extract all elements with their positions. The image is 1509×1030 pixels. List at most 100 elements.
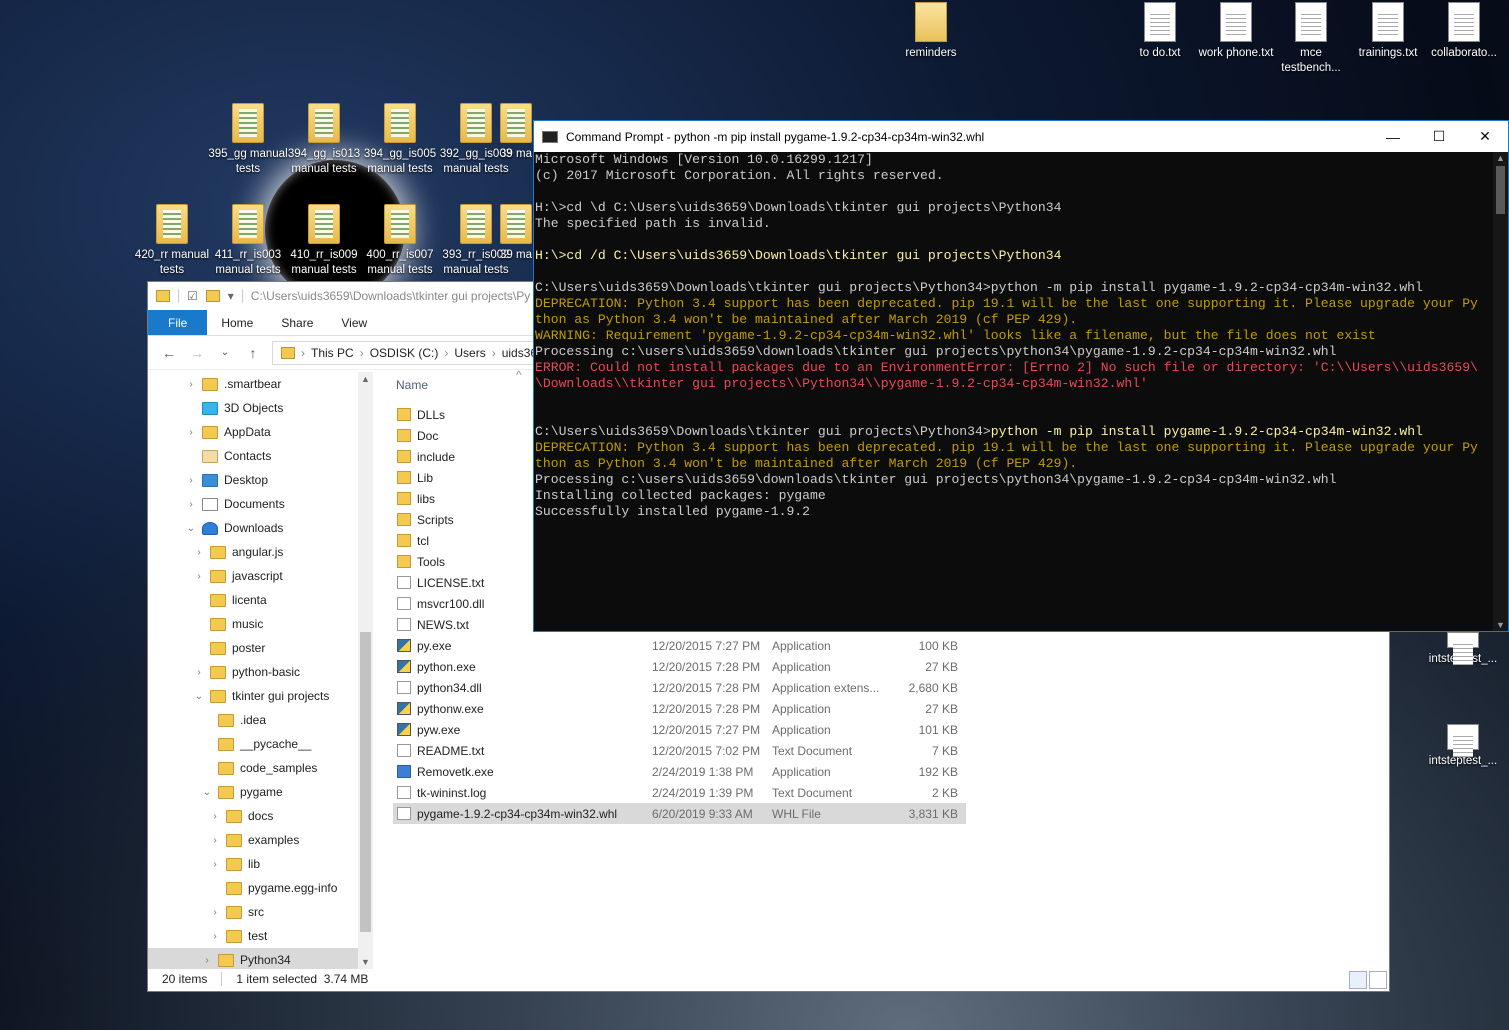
chevron-right-icon[interactable]: › <box>186 379 196 390</box>
desktop-icon-folder[interactable]: 420_rr manual tests <box>132 204 212 278</box>
nav-item[interactable]: Contacts <box>148 444 358 468</box>
tab-file[interactable]: File <box>148 310 208 335</box>
cmd-titlebar[interactable]: Command Prompt - python -m pip install p… <box>534 121 1508 152</box>
chevron-right-icon[interactable]: › <box>210 811 220 822</box>
scrollbar-thumb[interactable] <box>1496 166 1505 214</box>
scroll-up-icon[interactable]: ▲ <box>358 374 373 384</box>
nav-item[interactable]: › .smartbear <box>148 372 358 396</box>
nav-item[interactable]: 3D Objects <box>148 396 358 420</box>
desktop-icon-folder[interactable]: 395_gg manual tests <box>208 103 288 177</box>
nav-item[interactable]: ⌄ tkinter gui projects <box>148 684 358 708</box>
scroll-down-icon[interactable]: ▼ <box>358 957 373 967</box>
maximize-icon[interactable]: ☐ <box>1416 121 1462 152</box>
nav-item[interactable]: licenta <box>148 588 358 612</box>
desktop-icon-mce-testbench[interactable]: mce testbench... <box>1271 2 1351 76</box>
nav-item[interactable]: › Documents <box>148 492 358 516</box>
desktop-icon-collaborato[interactable]: collaborato... <box>1424 2 1504 61</box>
desktop-icon-work-phone[interactable]: work phone.txt <box>1196 2 1276 61</box>
nav-item[interactable]: › lib <box>148 852 358 876</box>
new-folder-icon[interactable] <box>205 290 220 302</box>
nav-item[interactable]: music <box>148 612 358 636</box>
minimize-icon[interactable]: — <box>1370 121 1416 152</box>
chevron-right-icon[interactable]: › <box>194 547 204 558</box>
nav-item[interactable]: › test <box>148 924 358 948</box>
nav-item[interactable]: › docs <box>148 804 358 828</box>
desktop-icon-todo[interactable]: to do.txt <box>1120 2 1200 61</box>
desktop-icon-folder[interactable]: 400_rr_is007 manual tests <box>360 204 440 278</box>
chevron-right-icon[interactable]: › <box>186 499 196 510</box>
desktop-icon-folder[interactable]: 411_rr_is003 manual tests <box>208 204 288 278</box>
chevron-down-icon[interactable]: ⌄ <box>186 523 196 534</box>
nav-item[interactable]: › AppData <box>148 420 358 444</box>
tab-home[interactable]: Home <box>207 310 267 335</box>
nav-item[interactable]: pygame.egg-info <box>148 876 358 900</box>
breadcrumb[interactable]: › This PC › OSDISK (C:) › Users › uids36… <box>272 340 562 365</box>
recent-locations-icon[interactable]: ⌄ <box>216 347 234 358</box>
console-scrollbar[interactable]: ▲ ▼ <box>1493 152 1508 631</box>
nav-item[interactable]: › Python34 <box>148 948 358 969</box>
chevron-right-icon[interactable]: › <box>202 955 212 966</box>
chevron-right-icon[interactable]: › <box>186 427 196 438</box>
nav-item[interactable]: ⌄ Downloads <box>148 516 358 540</box>
file-row[interactable]: py.exe 12/20/2015 7:27 PM Application 100 K… <box>393 635 966 656</box>
nav-item[interactable]: › angular.js <box>148 540 358 564</box>
desktop-icon-folder[interactable]: 394_gg_is013 manual tests <box>284 103 364 177</box>
column-header-name[interactable]: Name <box>396 378 428 392</box>
console-output[interactable]: Microsoft Windows [Version 10.0.16299.12… <box>534 152 1495 631</box>
chevron-right-icon[interactable]: › <box>210 835 220 846</box>
chevron-right-icon[interactable]: › <box>210 907 220 918</box>
chevron-right-icon[interactable]: › <box>210 859 220 870</box>
desktop-icon-folder[interactable]: 39 ma <box>496 204 536 263</box>
nav-item[interactable]: .idea <box>148 708 358 732</box>
file-size: 7 KB <box>931 743 958 758</box>
back-arrow-icon[interactable]: ← <box>160 345 178 361</box>
chevron-right-icon[interactable]: › <box>194 571 204 582</box>
file-row[interactable]: pythonw.exe 12/20/2015 7:28 PM Application… <box>393 698 966 719</box>
nav-item[interactable]: › src <box>148 900 358 924</box>
chevron-right-icon[interactable]: › <box>186 475 196 486</box>
scroll-down-icon[interactable]: ▼ <box>1493 620 1508 630</box>
nav-item[interactable]: › javascript <box>148 564 358 588</box>
desktop-icon-intsteptest[interactable]: intsteptest_... <box>1423 632 1503 667</box>
desktop-icon-trainings[interactable]: trainings.txt <box>1348 2 1428 61</box>
nav-item[interactable]: › examples <box>148 828 358 852</box>
breadcrumb-item[interactable]: Users <box>454 346 485 360</box>
desktop-icon-reminders[interactable]: reminders <box>891 2 971 61</box>
details-view-icon[interactable] <box>1349 971 1367 989</box>
nav-item[interactable]: poster <box>148 636 358 660</box>
scroll-up-icon[interactable]: ▲ <box>1493 153 1508 163</box>
file-row[interactable]: pygame-1.9.2-cp34-cp34m-win32.whl 6/20/20… <box>393 803 966 824</box>
nav-item[interactable]: code_samples <box>148 756 358 780</box>
file-row[interactable]: python34.dll 12/20/2015 7:28 PM Applicatio… <box>393 677 966 698</box>
file-row[interactable]: tk-wininst.log 2/24/2019 1:39 PM Text Docu… <box>393 782 966 803</box>
desktop-icon-folder[interactable]: 394_gg_is005 manual tests <box>360 103 440 177</box>
tab-view[interactable]: View <box>327 310 381 335</box>
properties-icon[interactable]: ☑ <box>187 289 198 303</box>
file-row[interactable]: pyw.exe 12/20/2015 7:27 PM Application 101 … <box>393 719 966 740</box>
forward-arrow-icon[interactable]: → <box>188 345 206 361</box>
large-icons-view-icon[interactable] <box>1369 971 1387 989</box>
file-row[interactable]: Removetk.exe 2/24/2019 1:38 PM Application… <box>393 761 966 782</box>
nav-item[interactable]: ⌄ pygame <box>148 780 358 804</box>
chevron-right-icon[interactable]: › <box>210 931 220 942</box>
scrollbar-thumb[interactable] <box>360 632 371 932</box>
breadcrumb-item[interactable]: This PC <box>311 346 354 360</box>
desktop-icon-folder[interactable]: 410_rr_is009 manual tests <box>284 204 364 278</box>
breadcrumb-item[interactable]: OSDISK (C:) <box>370 346 439 360</box>
desktop-icon-folder[interactable]: 39 ma <box>496 103 536 162</box>
chevron-down-icon[interactable]: ⌄ <box>202 787 212 798</box>
nav-item[interactable]: › python-basic <box>148 660 358 684</box>
close-icon[interactable]: ✕ <box>1462 121 1508 152</box>
file-row[interactable]: python.exe 12/20/2015 7:28 PM Application 2… <box>393 656 966 677</box>
customize-toolbar-icon[interactable]: ▾ <box>228 289 234 303</box>
up-arrow-icon[interactable]: ↑ <box>244 345 262 361</box>
nav-item[interactable]: __pycache__ <box>148 732 358 756</box>
chevron-right-icon[interactable]: › <box>194 667 204 678</box>
chevron-down-icon[interactable]: ⌄ <box>194 691 204 702</box>
desktop-icon-intsteptest[interactable]: intsteptest_... <box>1423 724 1503 769</box>
navigation-scrollbar[interactable]: ▲ ▼ <box>358 372 373 969</box>
tab-share[interactable]: Share <box>267 310 327 335</box>
nav-item[interactable]: › Desktop <box>148 468 358 492</box>
file-row[interactable]: README.txt 12/20/2015 7:02 PM Text Documen… <box>393 740 966 761</box>
